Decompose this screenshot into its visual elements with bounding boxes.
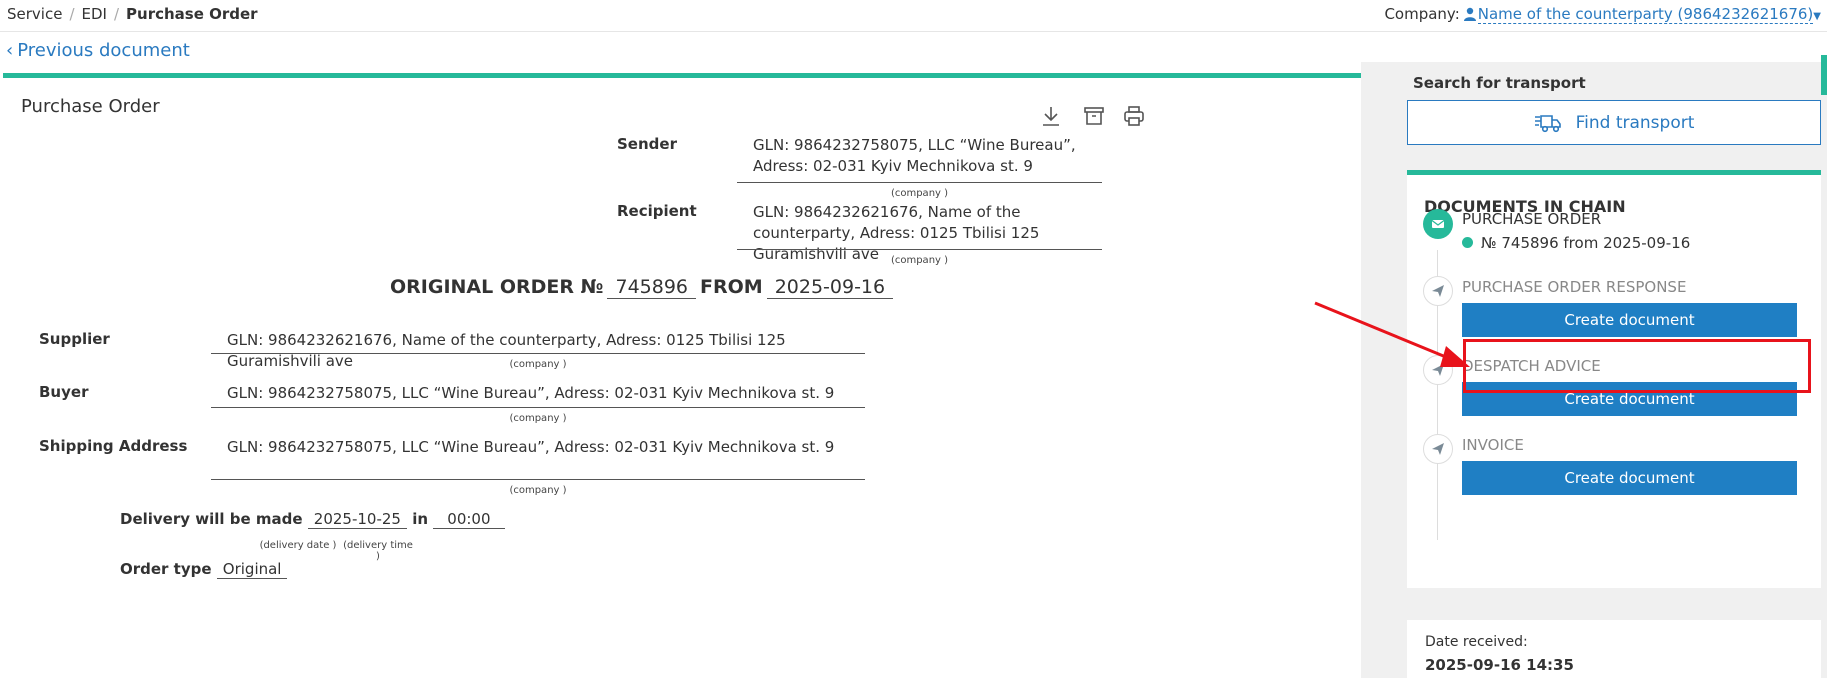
company-name-link[interactable]: Name of the counterparty (9864232621676): [1477, 5, 1814, 24]
buyer-underline: [211, 407, 865, 408]
create-po-response-button[interactable]: Create document: [1462, 303, 1797, 337]
buyer-hint: (company ): [509, 413, 567, 424]
find-transport-label: Find transport: [1575, 112, 1695, 133]
document-panel: Purchase Order Sender GLN: 9864232758075…: [3, 73, 1361, 678]
purchase-order-doc-link[interactable]: № 745896 from 2025-09-16: [1462, 234, 1690, 252]
sender-label: Sender: [617, 135, 677, 153]
company-selector[interactable]: Company: Name of the counterparty (986423…: [1384, 5, 1821, 24]
user-icon: [1463, 7, 1476, 21]
recipient-label: Recipient: [617, 202, 697, 220]
delivery-time-hint: (delivery time ): [343, 540, 413, 562]
step-invoice-title: INVOICE: [1462, 436, 1524, 454]
search-transport-label: Search for transport: [1413, 74, 1586, 92]
top-bar: Service / EDI / Purchase Order Company: Name …: [0, 0, 1827, 32]
shipping-hint: (company ): [509, 485, 567, 496]
buyer-label: Buyer: [39, 383, 89, 401]
send-icon: [1423, 434, 1453, 464]
envelope-icon: [1423, 209, 1453, 239]
shipping-value: GLN: 9864232758075, LLC “Wine Bureau”, A…: [227, 438, 835, 456]
download-icon[interactable]: [1039, 104, 1063, 128]
sender-hint: (company ): [890, 188, 949, 199]
purchase-order-doc-label: № 745896 from 2025-09-16: [1481, 234, 1691, 252]
print-icon[interactable]: [1122, 104, 1146, 128]
supplier-underline: [211, 353, 865, 354]
order-from: FROM: [700, 276, 763, 298]
sender-underline: [737, 182, 1102, 183]
truck-icon: [1534, 114, 1561, 132]
find-transport-button[interactable]: Find transport: [1407, 100, 1821, 145]
status-dot: [1462, 237, 1473, 248]
breadcrumb-edi[interactable]: EDI: [82, 5, 107, 23]
breadcrumb-service[interactable]: Service: [7, 5, 62, 23]
breadcrumb: Service / EDI / Purchase Order: [7, 5, 258, 23]
sender-value: GLN: 9864232758075, LLC “Wine Bureau”, A…: [753, 136, 1076, 175]
order-number: 745896: [607, 276, 697, 299]
company-label: Company:: [1384, 5, 1460, 23]
recipient-underline: [737, 249, 1102, 250]
step-po-response-title: PURCHASE ORDER RESPONSE: [1462, 278, 1687, 296]
archive-icon[interactable]: [1082, 104, 1106, 128]
side-tab[interactable]: [1821, 55, 1827, 95]
buyer-value: GLN: 9864232758075, LLC “Wine Bureau”, A…: [227, 384, 835, 402]
document-title: Purchase Order: [21, 96, 160, 117]
supplier-label: Supplier: [39, 330, 110, 348]
order-type-value: Original: [216, 560, 288, 579]
annotation-arrow: [1314, 301, 1470, 367]
breadcrumb-current: Purchase Order: [126, 5, 258, 23]
order-date: 2025-09-16: [766, 276, 894, 299]
order-type-label: Order type: [120, 560, 212, 578]
delivery-in: in: [412, 510, 429, 528]
delivery-date-hint: (delivery date ): [259, 540, 337, 551]
shipping-label: Shipping Address: [39, 437, 188, 455]
order-prefix: ORIGINAL ORDER №: [390, 276, 604, 298]
shipping-underline: [211, 479, 865, 480]
supplier-hint: (company ): [509, 359, 567, 370]
chevron-left-icon: ‹: [6, 40, 14, 61]
date-received-label: Date received:: [1425, 634, 1528, 650]
annotation-highlight-box: [1463, 339, 1811, 393]
date-received-panel: Date received: 2025-09-16 14:35: [1407, 620, 1821, 678]
previous-document-link[interactable]: ‹ Previous document: [6, 40, 190, 61]
delivery-date: 2025-10-25: [307, 510, 407, 529]
delivery-time: 00:00: [433, 510, 505, 529]
step-purchase-order-title: PURCHASE ORDER: [1462, 210, 1602, 228]
date-received-value: 2025-09-16 14:35: [1425, 656, 1574, 674]
chevron-down-icon[interactable]: ▼: [1813, 11, 1821, 22]
delivery-row: Delivery will be made 2025-10-25 in 00:0…: [120, 510, 505, 529]
create-invoice-button[interactable]: Create document: [1462, 461, 1797, 495]
order-type-row: Order type Original: [120, 560, 288, 579]
recipient-hint: (company ): [890, 255, 949, 266]
order-heading: ORIGINAL ORDER № 745896 FROM 2025-09-16: [390, 276, 897, 299]
delivery-label: Delivery will be made: [120, 510, 303, 528]
previous-document-label: Previous document: [17, 40, 190, 61]
